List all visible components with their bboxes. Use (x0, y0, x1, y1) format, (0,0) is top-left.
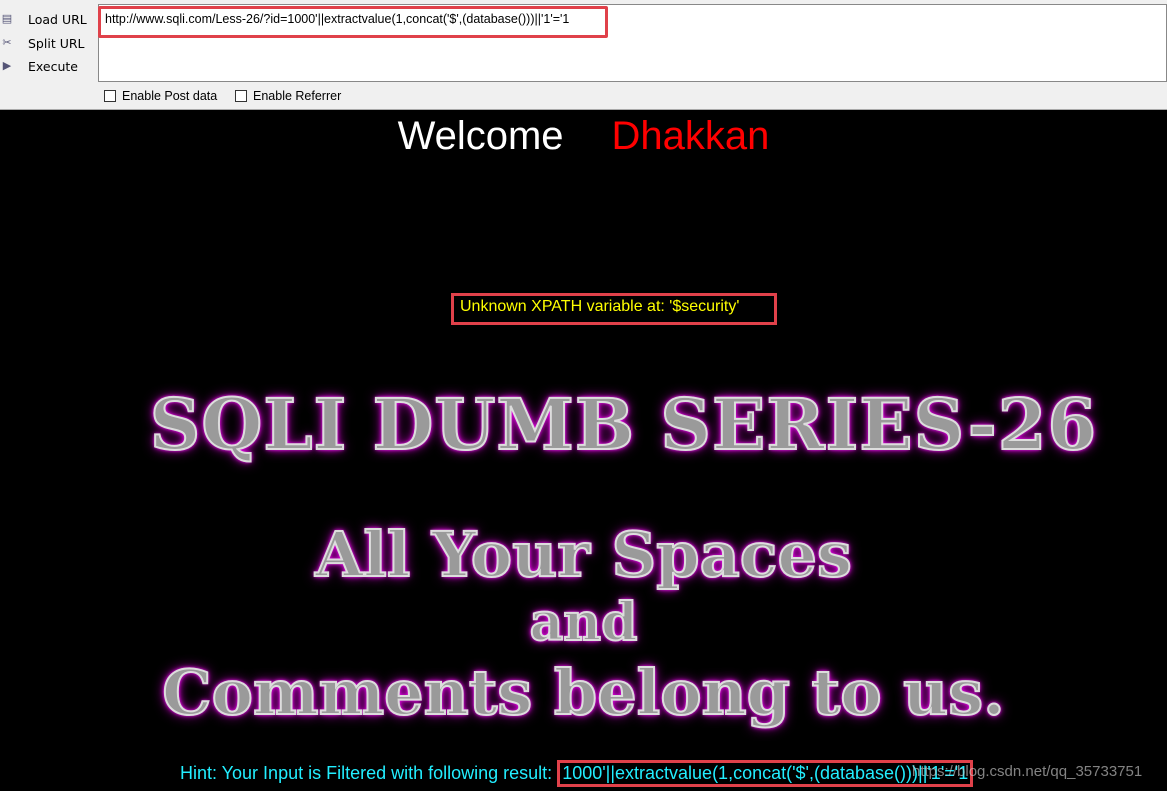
welcome-heading: Welcome Dhakkan (0, 114, 1167, 159)
load-url-label: Load URL (28, 11, 87, 27)
slogan-line-2: and (529, 591, 639, 654)
welcome-text: Welcome (397, 114, 564, 158)
scissors-icon: ✂ (2, 36, 12, 49)
url-input[interactable]: http://www.sqli.com/Less-26/?id=1000'||e… (98, 4, 1167, 82)
split-url-button[interactable]: ✂ Split URL (0, 32, 85, 54)
split-url-label: Split URL (28, 35, 85, 51)
hint-filtered-value: 1000'||extractvalue(1,concat('$',(databa… (557, 760, 974, 787)
load-url-button[interactable]: ▤ Load URL (0, 8, 87, 30)
enable-referrer-checkbox[interactable]: Enable Referrer (235, 89, 341, 103)
error-message: Unknown XPATH variable at: '$security' (451, 293, 777, 325)
execute-button[interactable]: ▶ Execute (0, 55, 78, 77)
play-icon: ▶ (2, 59, 12, 72)
enable-post-checkbox[interactable]: Enable Post data (104, 89, 217, 103)
execute-label: Execute (28, 58, 78, 74)
hint-label: Hint: Your Input is Filtered with follow… (180, 763, 558, 783)
series-title-image: SQLI DUMB SERIES-26 (149, 382, 1098, 467)
load-url-icon: ▤ (1, 12, 13, 25)
enable-post-label: Enable Post data (122, 89, 218, 103)
checkbox-icon (235, 90, 247, 102)
checkbox-icon (104, 90, 116, 102)
slogan-line-1: All Your Spaces (314, 517, 853, 592)
enable-referrer-label: Enable Referrer (253, 89, 342, 103)
hackbar-toolbar: ▤ Load URL ✂ Split URL ▶ Execute http://www… (0, 0, 1167, 110)
url-text: http://www.sqli.com/Less-26/?id=1000'||e… (105, 12, 570, 26)
watermark: https://blog.csdn.net/qq_35733751 (912, 763, 1143, 780)
slogan-line-3: Comments belong to us. (161, 655, 1005, 730)
user-name: Dhakkan (611, 114, 770, 158)
hint-text: Hint: Your Input is Filtered with follow… (180, 760, 974, 787)
